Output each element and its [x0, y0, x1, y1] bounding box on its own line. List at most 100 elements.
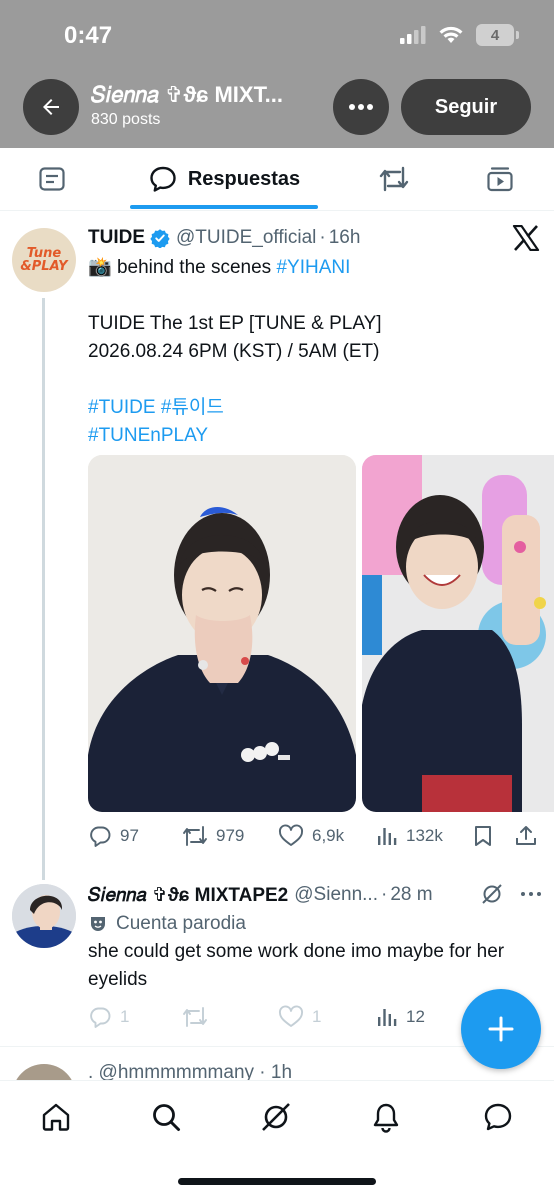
camera-emoji: 📸 [88, 257, 112, 278]
tab-media[interactable] [468, 148, 532, 210]
share-icon [516, 826, 536, 845]
views-icon [378, 1009, 397, 1026]
follow-button[interactable]: Seguir [401, 79, 531, 135]
photo-illustration-2 [362, 455, 554, 812]
reply-count: 97 [120, 826, 139, 845]
reply-actions: 1 1 12 [88, 1002, 448, 1032]
tweet-time[interactable]: 16h [329, 227, 361, 249]
reply-separator: · [380, 884, 388, 905]
views-button[interactable]: 132k [376, 821, 443, 851]
like-icon [279, 824, 303, 846]
notifications-icon [373, 1103, 399, 1133]
nav-home[interactable] [36, 1097, 76, 1137]
tab-reposts[interactable] [362, 148, 426, 210]
views-icon [378, 828, 397, 845]
tweet-actions: 97 979 6,9k 132k [88, 821, 554, 851]
avatar-logo-line2: &PLAY [20, 259, 68, 274]
profile-posts-count: 830 posts [91, 111, 161, 128]
avatar-illustration [12, 884, 76, 948]
sienna-avatar[interactable] [12, 884, 76, 948]
reply2-reply-button[interactable]: 1 [88, 1002, 129, 1032]
tweet-author-handle[interactable]: @TUIDE_official [176, 227, 316, 249]
repost-button[interactable]: 979 [182, 821, 244, 851]
hashtag-links[interactable]: #TUIDE #튜이드 [88, 394, 528, 422]
reply2-like-button[interactable]: 1 [278, 1002, 321, 1032]
media-icon [487, 167, 513, 192]
tweet-photo-2[interactable] [362, 455, 554, 812]
more-icon [349, 104, 373, 110]
reply-author-handle[interactable]: @Sienn... [294, 884, 378, 906]
tuide-avatar[interactable]: Tune &PLAY [12, 228, 76, 292]
home-indicator [178, 1178, 376, 1185]
parody-label: Cuenta parodia [88, 911, 246, 937]
reply2-repost-button[interactable] [182, 1002, 208, 1032]
plus-icon [488, 1016, 514, 1042]
grok-icon[interactable] [480, 882, 504, 906]
bookmark-icon [475, 826, 491, 846]
tab-posts[interactable] [20, 148, 84, 210]
tweet-header: TUIDE @TUIDE_official · 16h [88, 225, 360, 251]
signal-icon [400, 26, 426, 44]
photo-illustration [88, 455, 356, 812]
reply2-reply-count: 1 [120, 1007, 130, 1026]
tab-replies[interactable]: Respuestas [130, 148, 318, 210]
bookmark-button[interactable] [472, 821, 494, 851]
tweet-text: 📸 behind the scenes #YIHANI TUIDE The 1s… [88, 254, 528, 450]
nav-search[interactable] [146, 1097, 186, 1137]
battery-icon: 4 [476, 24, 519, 46]
tweet-photo-1[interactable] [88, 455, 356, 812]
search-icon [153, 1104, 180, 1131]
wifi-icon [439, 26, 463, 43]
reply-author-name[interactable]: 𝑆𝑖𝑒𝑛𝑛𝑎 ✞ϑɕ MIXTAPE2 [88, 884, 288, 907]
reply-time[interactable]: 28 m [390, 884, 432, 906]
tweet-separator: · [319, 227, 326, 248]
views-count: 132k [406, 826, 443, 845]
active-tab-indicator [130, 205, 318, 209]
tweet-text-line3: 2026.08.24 6PM (KST) / 5AM (ET) [88, 341, 380, 362]
profile-header: 0:47 4 𝑆𝑖𝑒𝑛𝑛𝑎 ✞ϑɕ MIXT... 830 posts Segu… [0, 0, 554, 148]
verified-badge-icon [150, 228, 170, 248]
reply2-like-count: 1 [312, 1007, 322, 1026]
repost-icon [183, 1007, 207, 1027]
reply-icon [90, 826, 111, 847]
parody-mask-icon [91, 917, 105, 931]
nav-grok[interactable] [256, 1097, 296, 1137]
messages-icon [484, 1103, 512, 1131]
profile-name: 𝑆𝑖𝑒𝑛𝑛𝑎 ✞ϑɕ MIXT... [91, 82, 283, 107]
profile-tabs: Respuestas [0, 148, 554, 211]
nav-messages[interactable] [478, 1097, 518, 1137]
reply-button[interactable]: 97 [88, 821, 139, 851]
thread-line [42, 298, 45, 880]
back-button[interactable] [23, 79, 79, 135]
like-count: 6,9k [312, 826, 345, 845]
x-logo-icon [512, 225, 540, 251]
like-icon [279, 1005, 303, 1027]
tweet-text-line1: behind the scenes [116, 257, 272, 278]
posts-icon [39, 167, 65, 191]
compose-button[interactable] [461, 989, 541, 1069]
more-options-icon[interactable] [520, 891, 542, 897]
nav-notifications[interactable] [366, 1097, 406, 1137]
back-arrow-icon [43, 99, 59, 115]
hashtag-link[interactable]: #YIHANI [276, 257, 350, 278]
reply-header-icons [480, 882, 542, 906]
speech-bubble-icon [150, 166, 176, 192]
share-button[interactable] [514, 821, 538, 851]
status-time: 0:47 [64, 22, 113, 49]
tweet-text-line2: TUIDE The 1st EP [TUNE & PLAY] [88, 313, 382, 334]
reply2-views-button[interactable]: 12 [376, 1002, 425, 1032]
tweet-author-name[interactable]: TUIDE [88, 227, 145, 249]
repost-icon [379, 166, 409, 192]
parody-text: Cuenta parodia [116, 913, 246, 934]
grok-icon [262, 1103, 290, 1131]
hashtag-link-tunenplay[interactable]: #TUNEnPLAY [88, 422, 528, 450]
status-icons: 4 [400, 24, 519, 46]
like-button[interactable]: 6,9k [278, 821, 344, 851]
repost-count: 979 [216, 826, 245, 845]
reply2-views-count: 12 [406, 1007, 425, 1026]
tab-replies-label: Respuestas [187, 167, 301, 190]
more-button[interactable] [333, 79, 389, 135]
reply-icon [90, 1007, 111, 1028]
repost-icon [183, 826, 207, 846]
home-icon [42, 1103, 70, 1131]
